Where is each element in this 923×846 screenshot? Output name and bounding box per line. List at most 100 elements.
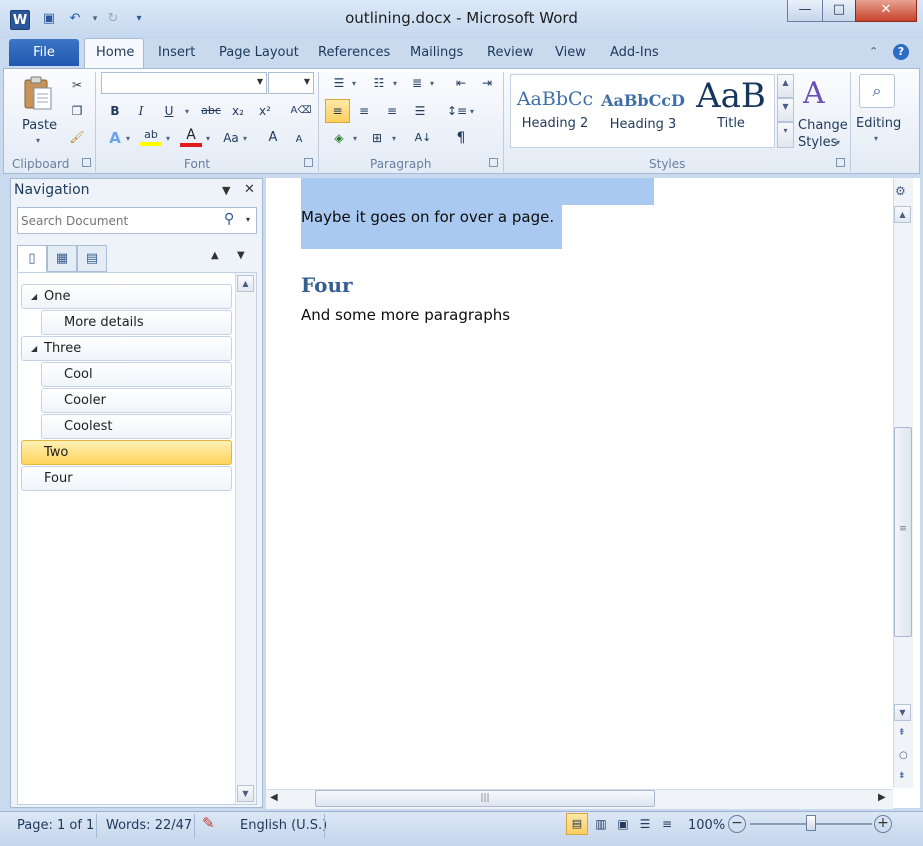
change-styles-dropdown-icon[interactable]: ▾ xyxy=(836,138,840,147)
chevron-down-icon[interactable]: ▼ xyxy=(304,77,310,86)
justify-button[interactable]: ☰ xyxy=(409,100,431,122)
browse-pages-tab[interactable]: ▦ xyxy=(47,245,77,272)
web-layout-icon[interactable]: ▣ xyxy=(612,813,634,835)
line-spacing-icon[interactable]: ↕≡ xyxy=(446,100,468,122)
nav-heading-cooler[interactable]: Cooler xyxy=(41,388,232,413)
strikethrough-button[interactable]: abc xyxy=(198,100,224,122)
multilevel-dropdown-icon[interactable]: ▾ xyxy=(430,79,434,88)
tab-add-ins[interactable]: Add-Ins xyxy=(610,45,659,60)
font-size-combo[interactable]: ▼ xyxy=(268,72,314,94)
maximize-button[interactable]: □ xyxy=(822,0,856,22)
bullets-dropdown-icon[interactable]: ▾ xyxy=(352,79,356,88)
copy-icon[interactable]: ❐ xyxy=(66,100,88,122)
document-page[interactable] xyxy=(266,178,920,808)
text-effects-dropdown-icon[interactable]: ▾ xyxy=(126,134,130,143)
nav-heading-cool[interactable]: Cool xyxy=(41,362,232,387)
tab-references[interactable]: References xyxy=(318,45,390,60)
nav-scroll-up-icon[interactable]: ▲ xyxy=(237,275,254,292)
previous-page-icon[interactable]: ⇞ xyxy=(898,728,906,738)
font-color-dropdown-icon[interactable]: ▾ xyxy=(206,134,210,143)
next-heading-icon[interactable]: ▼ xyxy=(237,250,245,261)
cut-icon[interactable]: ✂ xyxy=(66,74,88,96)
browse-headings-tab[interactable]: ▯ xyxy=(17,245,47,272)
scroll-down-icon[interactable]: ▼ xyxy=(894,704,911,721)
paragraph-launcher-icon[interactable] xyxy=(489,158,498,167)
word-count[interactable]: Words: 22/47 xyxy=(106,818,192,833)
nav-options-icon[interactable]: ▼ xyxy=(222,184,230,197)
nav-scrollbar[interactable] xyxy=(235,273,256,804)
nav-heading-one[interactable]: ◢ One xyxy=(21,284,232,309)
zoom-in-icon[interactable]: + xyxy=(874,815,892,833)
editing-dropdown-icon[interactable]: ▾ xyxy=(874,134,878,143)
collapse-icon[interactable]: ◢ xyxy=(31,285,37,308)
show-marks-button[interactable]: ¶ xyxy=(450,127,472,149)
tab-view[interactable]: View xyxy=(555,45,586,60)
previous-heading-icon[interactable]: ▲ xyxy=(211,250,219,261)
shading-icon[interactable]: ◈ xyxy=(328,127,350,149)
tab-home[interactable]: Home xyxy=(96,45,134,60)
tab-page-layout[interactable]: Page Layout xyxy=(219,45,299,60)
scroll-left-icon[interactable]: ◀ xyxy=(270,792,278,803)
document-heading[interactable]: Four xyxy=(301,273,353,297)
nav-close-icon[interactable]: ✕ xyxy=(244,182,255,197)
nav-heading-three[interactable]: ◢ Three xyxy=(21,336,232,361)
scroll-up-icon[interactable]: ▲ xyxy=(894,206,911,223)
style-heading-2[interactable]: AaBbCc Heading 2 xyxy=(512,76,598,146)
grow-font-button[interactable]: A xyxy=(262,127,284,149)
next-page-icon[interactable]: ⇟ xyxy=(898,771,906,781)
increase-indent-icon[interactable]: ⇥ xyxy=(476,72,498,94)
search-dropdown-icon[interactable]: ▾ xyxy=(246,215,250,224)
change-case-button[interactable]: Aa xyxy=(220,127,242,149)
bullets-icon[interactable]: ☰ xyxy=(328,72,350,94)
nav-scroll-down-icon[interactable]: ▼ xyxy=(237,785,254,802)
align-center-button[interactable]: ≡ xyxy=(353,100,375,122)
decrease-indent-icon[interactable]: ⇤ xyxy=(450,72,472,94)
gallery-up-icon[interactable]: ▲ xyxy=(777,74,794,98)
selected-paragraph[interactable]: Maybe it goes on for over a page. xyxy=(301,208,554,226)
chevron-down-icon[interactable]: ▼ xyxy=(257,77,263,86)
shading-dropdown-icon[interactable]: ▾ xyxy=(353,134,357,143)
binoculars-icon[interactable]: ⌕ xyxy=(859,74,895,108)
bold-button[interactable]: B xyxy=(104,100,126,122)
browse-results-tab[interactable]: ▤ xyxy=(77,245,107,272)
highlight-dropdown-icon[interactable]: ▾ xyxy=(166,134,170,143)
change-styles-label[interactable]: Change xyxy=(798,118,848,133)
zoom-out-icon[interactable]: − xyxy=(728,815,746,833)
nav-heading-four[interactable]: Four xyxy=(21,466,232,491)
scroll-right-icon[interactable]: ▶ xyxy=(878,792,886,803)
line-spacing-dropdown-icon[interactable]: ▾ xyxy=(470,107,474,116)
tab-insert[interactable]: Insert xyxy=(158,45,195,60)
print-layout-view-icon[interactable]: ▤ xyxy=(566,813,588,835)
minimize-button[interactable]: — xyxy=(787,0,823,22)
change-styles-label-2[interactable]: Styles xyxy=(798,135,837,150)
tab-file[interactable]: File xyxy=(9,39,79,66)
font-launcher-icon[interactable] xyxy=(304,158,313,167)
scroll-thumb[interactable]: ≡ xyxy=(894,427,912,637)
subscript-button[interactable]: x₂ xyxy=(227,100,249,122)
underline-dropdown-icon[interactable]: ▾ xyxy=(185,107,189,116)
format-painter-icon[interactable]: 🖌 xyxy=(66,126,88,148)
body-paragraph[interactable]: And some more paragraphs xyxy=(301,306,510,324)
superscript-button[interactable]: x² xyxy=(254,100,276,122)
paste-dropdown-icon[interactable]: ▾ xyxy=(36,136,40,145)
zoom-slider-thumb[interactable] xyxy=(806,815,816,831)
minimize-ribbon-icon[interactable]: ⌃ xyxy=(869,45,878,58)
close-button[interactable]: ✕ xyxy=(855,0,917,22)
nav-heading-coolest[interactable]: Coolest xyxy=(41,414,232,439)
font-color-icon[interactable]: A xyxy=(180,127,202,149)
nav-heading-more-details[interactable]: More details xyxy=(41,310,232,335)
outline-view-icon[interactable]: ☰ xyxy=(634,813,656,835)
paste-icon[interactable] xyxy=(22,76,54,112)
page-count[interactable]: Page: 1 of 1 xyxy=(17,818,94,833)
zoom-level[interactable]: 100% xyxy=(688,818,725,833)
change-styles-icon[interactable]: A xyxy=(803,76,825,111)
borders-dropdown-icon[interactable]: ▾ xyxy=(392,134,396,143)
numbering-dropdown-icon[interactable]: ▾ xyxy=(393,79,397,88)
shrink-font-button[interactable]: A xyxy=(288,129,310,151)
search-icon[interactable]: ⚲ xyxy=(224,211,234,227)
multilevel-list-icon[interactable]: ≣ xyxy=(406,72,428,94)
align-right-button[interactable]: ≡ xyxy=(381,100,403,122)
underline-button[interactable]: U xyxy=(158,100,180,122)
style-title[interactable]: AaB Title xyxy=(688,76,774,146)
borders-icon[interactable]: ⊞ xyxy=(366,127,388,149)
